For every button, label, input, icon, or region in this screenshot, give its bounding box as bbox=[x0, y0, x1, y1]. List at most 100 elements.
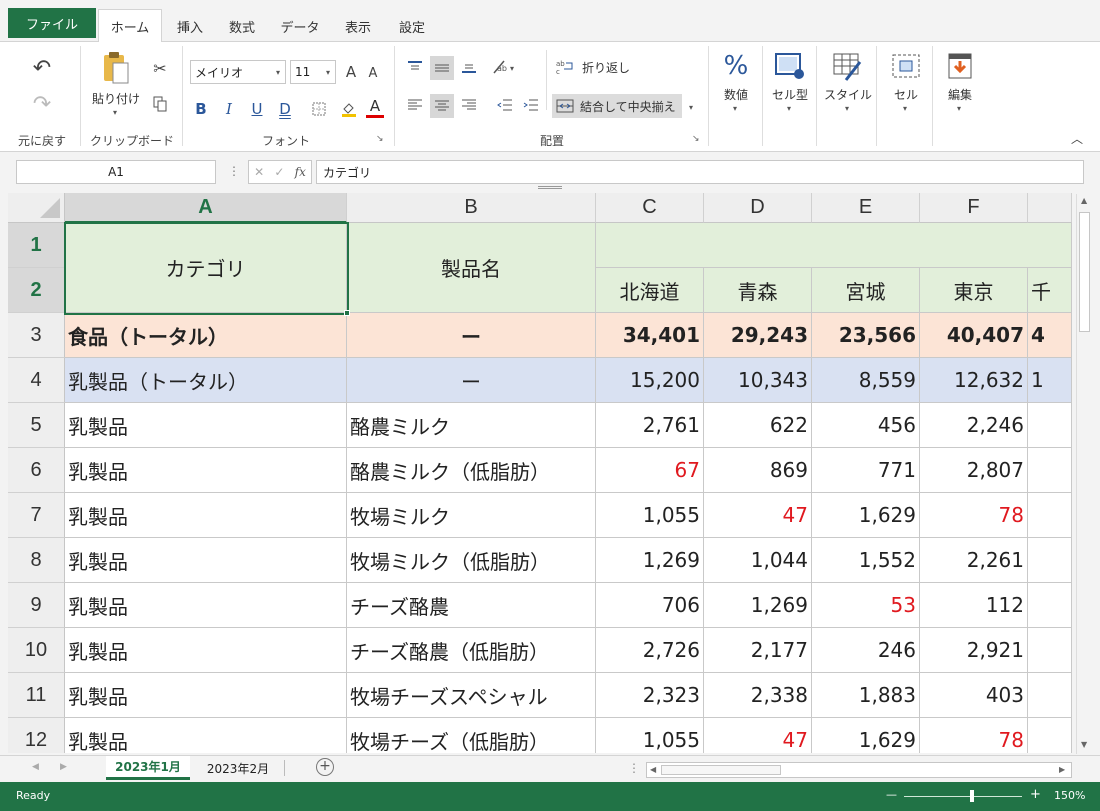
value-cell[interactable]: 1,629 bbox=[812, 493, 920, 538]
cancel-icon[interactable]: ✕ bbox=[254, 165, 264, 179]
value-cell[interactable]: 403 bbox=[920, 673, 1028, 718]
category-cell[interactable]: 乳製品 bbox=[65, 628, 347, 673]
styles-icon[interactable] bbox=[830, 48, 866, 84]
category-cell[interactable]: 乳製品（トータル） bbox=[65, 358, 347, 403]
paste-dropdown-icon[interactable]: ▾ bbox=[113, 108, 117, 117]
merge-dropdown-icon[interactable]: ▾ bbox=[689, 103, 693, 112]
row-header[interactable]: 3 bbox=[8, 313, 65, 358]
category-cell[interactable]: 乳製品 bbox=[65, 718, 347, 753]
tab-file[interactable]: ファイル bbox=[8, 8, 96, 38]
font-color-button[interactable]: A bbox=[366, 96, 384, 118]
cells-icon[interactable] bbox=[888, 48, 924, 84]
styles-label[interactable]: スタイル bbox=[818, 86, 878, 103]
value-cell[interactable]: 706 bbox=[596, 583, 704, 628]
header-cell-category[interactable]: カテゴリ bbox=[65, 223, 347, 313]
row-header[interactable]: 5 bbox=[8, 403, 65, 448]
product-cell[interactable]: ー bbox=[347, 358, 596, 403]
category-cell[interactable]: 乳製品 bbox=[65, 583, 347, 628]
column-header-a[interactable]: A bbox=[65, 193, 347, 223]
product-cell[interactable]: チーズ酪農 bbox=[347, 583, 596, 628]
add-sheet-icon[interactable]: + bbox=[316, 758, 334, 776]
value-cell[interactable]: 4 bbox=[1028, 313, 1072, 358]
edit-label[interactable]: 編集 bbox=[936, 86, 984, 103]
value-cell[interactable]: 456 bbox=[812, 403, 920, 448]
collapse-ribbon-icon[interactable]: ︿ bbox=[1068, 130, 1086, 146]
row-header[interactable]: 9 bbox=[8, 583, 65, 628]
product-cell[interactable]: 牧場チーズ（低脂肪） bbox=[347, 718, 596, 753]
category-cell[interactable]: 乳製品 bbox=[65, 493, 347, 538]
value-cell[interactable]: 40,407 bbox=[920, 313, 1028, 358]
value-cell[interactable]: 2,177 bbox=[704, 628, 812, 673]
value-cell[interactable]: 78 bbox=[920, 493, 1028, 538]
value-cell[interactable]: 47 bbox=[704, 493, 812, 538]
category-cell[interactable]: 食品（トータル） bbox=[65, 313, 347, 358]
zoom-in-button[interactable]: + bbox=[1030, 787, 1041, 802]
value-cell[interactable]: 1,629 bbox=[812, 718, 920, 753]
italic-button[interactable]: I bbox=[220, 98, 238, 120]
category-cell[interactable]: 乳製品 bbox=[65, 448, 347, 493]
value-cell[interactable]: 2,726 bbox=[596, 628, 704, 673]
vertical-scrollbar[interactable]: ▲ ▼ bbox=[1076, 194, 1092, 754]
value-cell[interactable]: 1,269 bbox=[704, 583, 812, 628]
cell-style-icon[interactable] bbox=[772, 48, 808, 84]
product-cell[interactable]: 牧場ミルク bbox=[347, 493, 596, 538]
value-cell[interactable]: 23,566 bbox=[812, 313, 920, 358]
merge-center-button[interactable]: 結合して中央揃え bbox=[552, 94, 682, 118]
cells-label[interactable]: セル bbox=[882, 86, 930, 103]
font-size-select[interactable]: 11 ▾ bbox=[290, 60, 336, 84]
cells-dropdown-icon[interactable]: ▾ bbox=[903, 104, 907, 113]
header-cell-region[interactable]: 東京 bbox=[920, 268, 1028, 313]
number-dropdown-icon[interactable]: ▾ bbox=[733, 104, 737, 113]
edit-dropdown-icon[interactable]: ▾ bbox=[957, 104, 961, 113]
more-options-icon[interactable]: ⋮ bbox=[228, 164, 240, 178]
column-header-c[interactable]: C bbox=[596, 193, 704, 223]
empty-cell[interactable] bbox=[1028, 448, 1072, 493]
empty-cell[interactable] bbox=[1028, 628, 1072, 673]
double-underline-button[interactable]: D bbox=[276, 98, 294, 120]
product-cell[interactable]: 酪農ミルク（低脂肪） bbox=[347, 448, 596, 493]
empty-cell[interactable] bbox=[1028, 718, 1072, 753]
cut-icon[interactable]: ✂ bbox=[150, 58, 170, 78]
align-center-icon[interactable] bbox=[430, 94, 454, 118]
zoom-level[interactable]: 150% bbox=[1054, 789, 1085, 802]
header-cell-region-group[interactable] bbox=[596, 223, 1072, 268]
value-cell[interactable]: 1,044 bbox=[704, 538, 812, 583]
value-cell[interactable]: 2,323 bbox=[596, 673, 704, 718]
value-cell[interactable]: 869 bbox=[704, 448, 812, 493]
grow-font-button[interactable]: A bbox=[342, 62, 360, 82]
decrease-indent-icon[interactable] bbox=[494, 94, 516, 116]
row-header[interactable]: 10 bbox=[8, 628, 65, 673]
header-cell-region[interactable]: 千 bbox=[1028, 268, 1072, 313]
formula-bar-resize-handle[interactable] bbox=[538, 186, 562, 189]
vertical-scroll-thumb[interactable] bbox=[1079, 212, 1090, 332]
cell-style-label[interactable]: セル型 bbox=[766, 86, 814, 103]
category-cell[interactable]: 乳製品 bbox=[65, 403, 347, 448]
zoom-out-button[interactable]: — bbox=[886, 788, 897, 801]
empty-cell[interactable] bbox=[1028, 403, 1072, 448]
value-cell[interactable]: 622 bbox=[704, 403, 812, 448]
tab-formulas[interactable]: 数式 bbox=[218, 10, 266, 42]
paste-icon[interactable] bbox=[96, 48, 136, 88]
fill-color-icon[interactable] bbox=[340, 100, 358, 118]
row-header[interactable]: 1 bbox=[8, 223, 65, 268]
align-left-icon[interactable] bbox=[404, 94, 426, 116]
increase-indent-icon[interactable] bbox=[520, 94, 542, 116]
tab-data[interactable]: データ bbox=[270, 10, 330, 42]
column-header-d[interactable]: D bbox=[704, 193, 812, 223]
row-header[interactable]: 2 bbox=[8, 268, 65, 313]
name-box[interactable]: A1 bbox=[16, 160, 216, 184]
value-cell[interactable]: 78 bbox=[920, 718, 1028, 753]
scroll-right-icon[interactable]: ▶ bbox=[1059, 765, 1065, 774]
next-sheet-icon[interactable]: ▶ bbox=[60, 762, 67, 772]
border-icon[interactable] bbox=[310, 100, 328, 118]
horizontal-scroll-thumb[interactable] bbox=[661, 765, 781, 775]
column-header-b[interactable]: B bbox=[347, 193, 596, 223]
horizontal-scrollbar[interactable]: ◀ ▶ bbox=[646, 762, 1072, 778]
column-header-f[interactable]: F bbox=[920, 193, 1028, 223]
number-label[interactable]: 数値 bbox=[714, 86, 758, 103]
scroll-down-icon[interactable]: ▼ bbox=[1081, 740, 1087, 749]
row-header[interactable]: 11 bbox=[8, 673, 65, 718]
value-cell[interactable]: 2,261 bbox=[920, 538, 1028, 583]
copy-icon[interactable] bbox=[150, 94, 170, 114]
value-cell[interactable]: 1,269 bbox=[596, 538, 704, 583]
